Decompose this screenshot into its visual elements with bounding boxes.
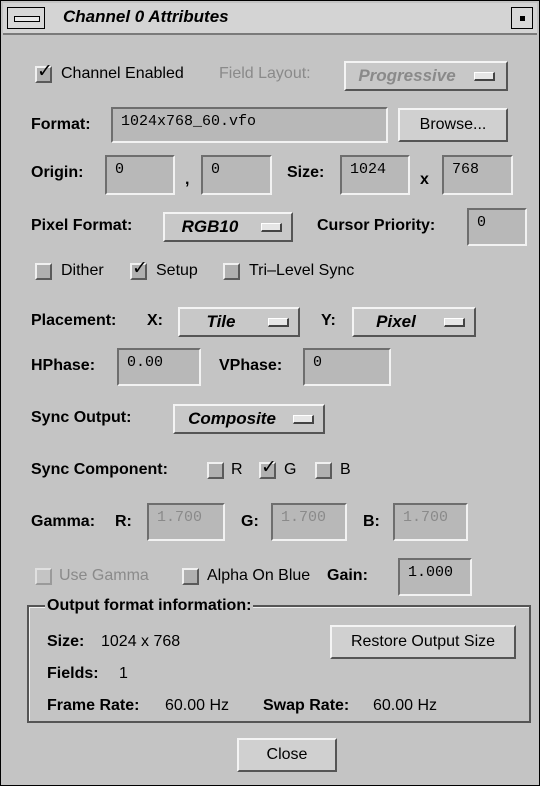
gamma-b-input[interactable]: 1.700 — [393, 503, 468, 541]
option-menu-indicator-icon — [474, 72, 495, 81]
gain-input[interactable]: 1.000 — [398, 558, 472, 596]
channel-enabled-label: Channel Enabled — [61, 65, 184, 82]
gamma-b-label: B: — [363, 513, 380, 530]
pixel-format-dropdown[interactable]: RGB10 — [163, 212, 293, 242]
sync-output-value: Composite — [188, 409, 276, 428]
channel-enabled-checkbox[interactable]: ✓ — [35, 62, 53, 83]
origin-x-input[interactable]: 0 — [105, 155, 175, 195]
sync-b-label: B — [340, 461, 351, 478]
sync-g-label: G — [284, 461, 297, 478]
placement-label: Placement: — [31, 312, 117, 329]
placement-x-value: Tile — [206, 312, 236, 331]
use-gamma-label: Use Gamma — [59, 567, 149, 584]
pixel-format-value: RGB10 — [181, 217, 239, 236]
setup-label: Setup — [156, 262, 198, 279]
sync-component-label: Sync Component: — [31, 461, 168, 478]
placement-x-label: X: — [147, 312, 163, 329]
gamma-r-label: R: — [115, 513, 132, 530]
gamma-g-input[interactable]: 1.700 — [271, 503, 347, 541]
format-input[interactable]: 1024x768_60.vfo — [111, 107, 388, 143]
placement-y-dropdown[interactable]: Pixel — [352, 307, 476, 337]
checkmark-icon: ✓ — [261, 457, 277, 478]
placement-x-dropdown[interactable]: Tile — [178, 307, 300, 337]
output-size-value: 1024 x 768 — [101, 633, 181, 650]
browse-button[interactable]: Browse... — [398, 108, 508, 142]
window-title: Channel 0 Attributes — [63, 7, 229, 26]
frame-rate-value: 60.00 Hz — [165, 697, 230, 714]
placement-y-value: Pixel — [376, 312, 416, 331]
vphase-label: VPhase: — [219, 357, 283, 374]
gamma-g-label: G: — [241, 513, 259, 530]
sync-b-checkbox[interactable] — [315, 462, 332, 479]
swap-rate-label: Swap Rate: — [263, 697, 350, 714]
gamma-r-input[interactable]: 1.700 — [147, 503, 225, 541]
field-layout-value: Progressive — [358, 66, 456, 85]
gamma-label: Gamma: — [31, 513, 96, 530]
dither-checkbox[interactable] — [35, 263, 52, 280]
field-layout-dropdown[interactable]: Progressive — [344, 61, 508, 91]
alpha-on-blue-checkbox[interactable] — [182, 568, 199, 585]
swap-rate-value: 60.00 Hz — [373, 697, 438, 714]
gain-label: Gain: — [327, 567, 368, 584]
origin-y-input[interactable]: 0 — [201, 155, 272, 195]
dither-label: Dither — [61, 262, 104, 279]
option-menu-indicator-icon — [293, 415, 314, 424]
vphase-input[interactable]: 0 — [303, 348, 391, 386]
sync-output-label: Sync Output: — [31, 409, 132, 426]
format-label: Format: — [31, 116, 91, 133]
size-height-input[interactable]: 768 — [442, 155, 513, 195]
size-label: Size: — [287, 164, 325, 181]
origin-separator: , — [185, 171, 190, 188]
use-gamma-checkbox[interactable] — [35, 568, 52, 585]
option-menu-indicator-icon — [268, 318, 289, 327]
cursor-priority-input[interactable]: 0 — [467, 208, 527, 246]
close-button[interactable]: Close — [237, 738, 337, 772]
origin-label: Origin: — [31, 164, 84, 181]
tri-level-sync-checkbox[interactable] — [223, 263, 240, 280]
size-times-label: x — [420, 171, 429, 188]
output-size-label: Size: — [47, 633, 85, 650]
hphase-input[interactable]: 0.00 — [117, 348, 201, 386]
hphase-label: HPhase: — [31, 357, 96, 374]
restore-output-size-button[interactable]: Restore Output Size — [330, 625, 516, 659]
option-menu-indicator-icon — [444, 318, 465, 327]
tri-level-sync-label: Tri–Level Sync — [249, 262, 355, 279]
cursor-priority-label: Cursor Priority: — [317, 217, 436, 234]
channel-attributes-window: Channel 0 Attributes ✓ Channel Enabled F… — [0, 0, 540, 786]
window-menu-icon[interactable] — [7, 7, 45, 29]
output-format-title: Output format information: — [45, 597, 254, 615]
checkmark-icon: ✓ — [132, 258, 148, 279]
sync-r-label: R — [231, 461, 243, 478]
field-layout-label: Field Layout: — [219, 65, 311, 82]
title-bar[interactable]: Channel 0 Attributes — [3, 3, 537, 35]
fields-label: Fields: — [47, 665, 99, 682]
placement-y-label: Y: — [321, 312, 336, 329]
window-minimize-icon[interactable] — [511, 7, 533, 29]
sync-r-checkbox[interactable] — [207, 462, 224, 479]
sync-output-dropdown[interactable]: Composite — [173, 404, 325, 434]
sync-g-checkbox[interactable]: ✓ — [259, 458, 277, 479]
fields-value: 1 — [119, 665, 128, 682]
alpha-on-blue-label: Alpha On Blue — [207, 567, 311, 584]
checkmark-icon: ✓ — [37, 61, 53, 82]
frame-rate-label: Frame Rate: — [47, 697, 140, 714]
option-menu-indicator-icon — [261, 223, 282, 232]
size-width-input[interactable]: 1024 — [340, 155, 410, 195]
pixel-format-label: Pixel Format: — [31, 217, 133, 234]
setup-checkbox[interactable]: ✓ — [130, 259, 148, 280]
